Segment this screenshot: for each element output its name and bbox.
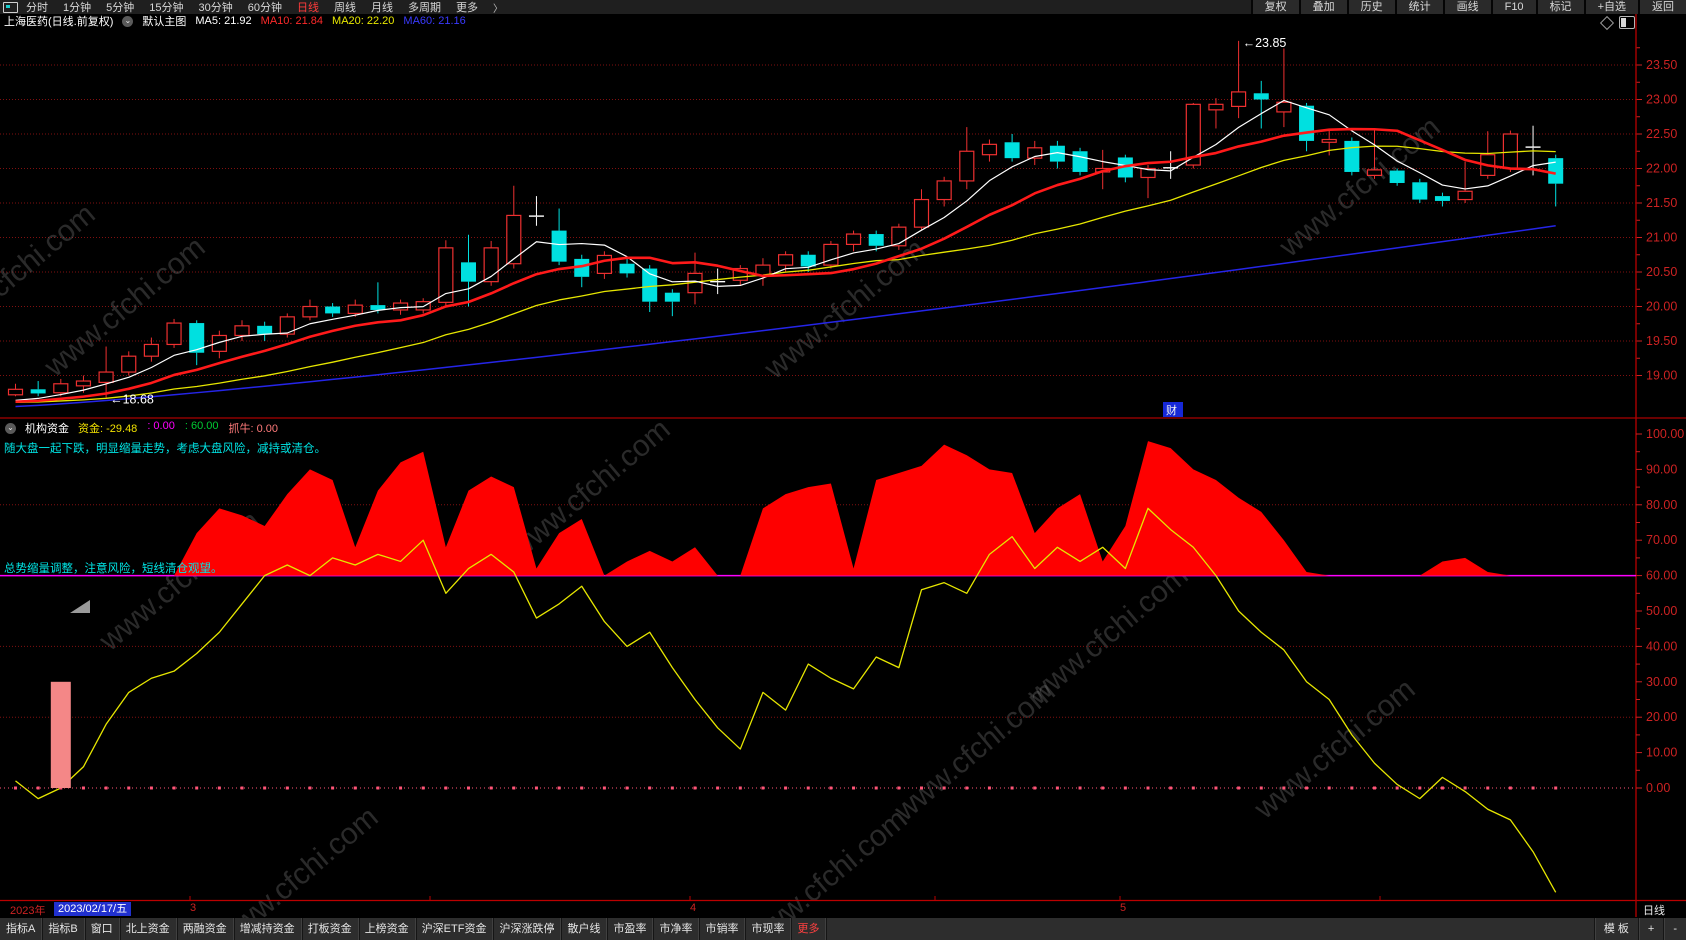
price-annotation: ←23.85 [1243,36,1287,50]
indicator-field-0: 资金: -29.48 [78,423,138,435]
ma-legend: MA5: 21.92 MA10: 21.84 MA20: 22.20 MA60: 21… [195,15,465,27]
action-3[interactable]: 统计 [1394,0,1443,14]
year-label: 2023年 [10,905,46,917]
tab-period-4[interactable]: 30分钟 [199,0,233,15]
date-badge: 2023/02/17/五 [54,902,132,916]
month-marker-1: 4 [690,902,697,914]
y-axis-label: 21.50 [1646,196,1677,210]
indicator-tab-15[interactable]: 更多 [791,918,827,940]
y-axis-label: 20.00 [1646,710,1677,724]
indicator-values: 资金: -29.48 : 0.00 : 60.00 抓牛: 0.00 [78,420,278,436]
y-axis-label: 23.00 [1646,93,1677,107]
indicator-tab-3[interactable]: 北上资金 [120,918,177,940]
indicator-tab-4[interactable]: 两融资金 [177,918,234,940]
action-1[interactable]: 叠加 [1298,0,1347,14]
indicator-tab-0[interactable]: 指标A [0,918,43,940]
indicator-field-1: : 0.00 [147,420,175,432]
y-axis-label: 70.00 [1646,533,1677,547]
y-axis-label: 60.00 [1646,569,1677,583]
top-actions: 复权 叠加 历史 统计 画线 F10 标记 +自选 返回 [1250,0,1686,14]
indicator-tab-9[interactable]: 沪深涨跌停 [493,918,562,940]
layout-label[interactable]: 默认主图 [142,13,186,29]
y-axis-label: 19.00 [1646,369,1677,383]
price-annotation: ←18.68 [110,393,154,407]
y-axis-label: 30.00 [1646,675,1677,689]
template-button[interactable]: 模 板 [1593,918,1638,940]
y-axis-label: 50.00 [1646,604,1677,618]
advice-text-top: 随大盘一起下跌，明显缩量走势，考虑大盘风险，减持或清仓。 [4,443,326,455]
y-axis-label: 22.50 [1646,127,1677,141]
action-4[interactable]: 画线 [1442,0,1491,14]
y-axis-label: 21.00 [1646,231,1677,245]
indicator-tab-12[interactable]: 市净率 [653,918,700,940]
tab-period-5[interactable]: 60分钟 [248,0,282,15]
cai-badge-label: 财 [1166,403,1177,417]
window-icon [3,2,18,13]
indicator-name[interactable]: 机构资金 [25,420,69,436]
chevron-right-icon[interactable]: 〉 [493,0,503,15]
indicator-tab-11[interactable]: 市盈率 [607,918,654,940]
y-axis-label: 0.00 [1646,781,1670,795]
period-label: 日线 [1643,905,1665,917]
ma-label-0: MA5: 21.92 [195,15,252,27]
y-axis-label: 20.00 [1646,300,1677,314]
month-marker-0: 3 [190,902,197,914]
tab-period-10[interactable]: 更多 [456,0,478,15]
top-toolbar: 分时 1分钟 5分钟 15分钟 30分钟 60分钟 日线 周线 月线 多周期 更多〉 复权 叠加 历史统… [0,0,1686,15]
symbol-bar: 上海医药(日线.前复权) ⌄ 默认主图 MA5: 21.92 MA10: 21.8… [0,14,1634,28]
y-axis-label: 19.50 [1646,334,1677,348]
tab-period-8[interactable]: 月线 [371,0,393,15]
y-axis-label: 20.50 [1646,265,1677,279]
y-axis-label: 22.00 [1646,162,1677,176]
resize-handle-icon[interactable] [70,600,90,613]
y-axis-label: 23.50 [1646,58,1677,72]
advice-text-mid: 总势缩量调整，注意风险，短线清仓观望。 [4,563,223,575]
split-pane-icon[interactable] [1619,16,1635,29]
ma-label-1: MA10: 21.84 [260,15,324,27]
action-0[interactable]: 复权 [1250,0,1299,14]
tab-period-7[interactable]: 周线 [334,0,356,15]
indicator-tab-5[interactable]: 增减持资金 [234,918,302,940]
fund-bar [50,681,71,788]
indicator-tab-14[interactable]: 市现率 [745,918,792,940]
y-axis-label: 80.00 [1646,498,1677,512]
watermark: www.cfchi.com [1021,559,1195,712]
indicator-field-2: : 60.00 [184,420,219,432]
month-marker-2: 5 [1120,902,1127,914]
indicator-field-3: 抓牛: 0.00 [228,423,279,435]
y-axis-label: 100.00 [1646,427,1684,441]
action-2[interactable]: 历史 [1346,0,1395,14]
action-6[interactable]: 标记 [1535,0,1584,14]
template-controls: 模 板 + - [1593,918,1686,940]
indicator-tab-6[interactable]: 打板资金 [302,918,359,940]
y-axis-label: 40.00 [1646,639,1677,653]
indicator-header: ⌄ 机构资金 资金: -29.48 : 0.00 : 60.00 抓牛: 0.00 [5,420,278,436]
zoom-out-button[interactable]: - [1663,918,1686,940]
symbol-title: 上海医药(日线.前复权) [4,16,114,28]
ma-label-3: MA60: 21.16 [403,15,466,27]
indicator-tab-1[interactable]: 指标B [42,918,85,940]
indicator-tab-10[interactable]: 散户线 [561,918,608,940]
indicator-toolbar: 指标A 指标B 窗口 北上资金 两融资金 增减持资金 打板资金 上榜资金 沪深ETF资金 沪深涨跌… [0,918,1686,940]
action-7[interactable]: +自选 [1583,0,1638,14]
action-5[interactable]: F10 [1490,0,1536,14]
y-axis-label: 10.00 [1646,746,1677,760]
indicator-tab-7[interactable]: 上榜资金 [359,918,416,940]
tab-period-9[interactable]: 多周期 [408,0,441,15]
tab-period-6[interactable]: 日线 [297,0,319,15]
zoom-in-button[interactable]: + [1637,918,1663,940]
chevron-down-icon[interactable]: ⌄ [122,15,134,27]
ma-label-2: MA20: 22.20 [332,15,395,27]
y-axis-label: 90.00 [1646,462,1677,476]
indicator-tab-2[interactable]: 窗口 [85,918,120,940]
indicator-tab-8[interactable]: 沪深ETF资金 [416,918,494,940]
chevron-down-icon[interactable]: ⌄ [5,422,16,434]
indicator-tab-13[interactable]: 市销率 [699,918,746,940]
chart-canvas[interactable]: 23.50 23.00 22.50 22.00 21.50 21.00 20.50 20.00… [0,0,1686,940]
action-8[interactable]: 返回 [1638,0,1686,14]
watermark: www.cfchi.com [1248,673,1422,826]
